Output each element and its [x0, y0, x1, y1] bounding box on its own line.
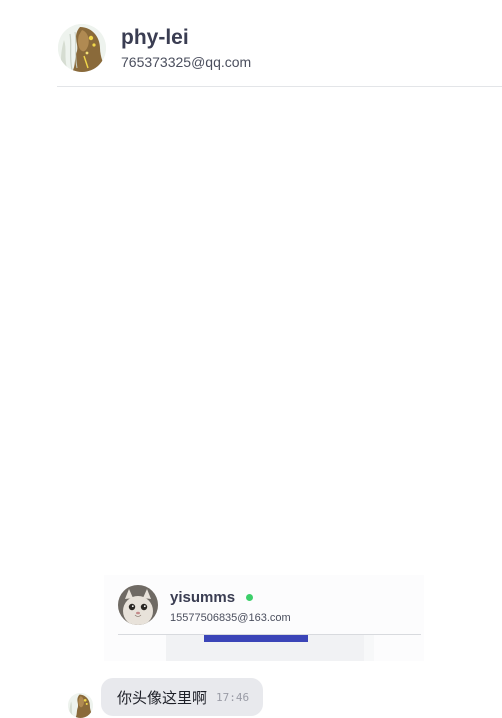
cat-avatar-icon [118, 585, 158, 625]
chat-header: phy-lei 765373325@qq.com [57, 0, 502, 87]
message-list[interactable]: yisumms 15577506835@163.com 你头像这里啊 17:46 [0, 87, 502, 718]
user-avatar-illustration-icon [68, 693, 93, 718]
user-avatar-illustration-icon [58, 24, 106, 72]
shared-user-avatar [118, 585, 158, 625]
message-timestamp: 17:46 [216, 690, 250, 704]
card-accent-bar [204, 635, 308, 642]
shared-user-name: yisumms [170, 589, 236, 606]
contact-name: phy-lei [121, 26, 189, 49]
text-message-bubble[interactable]: 你头像这里啊 17:46 [101, 678, 264, 716]
card-side-panel [364, 635, 374, 661]
contact-email: 765373325@qq.com [121, 54, 252, 70]
card-content-area [166, 635, 374, 661]
contact-avatar[interactable] [58, 24, 106, 72]
shared-user-email: 15577506835@163.com [170, 612, 291, 624]
image-message[interactable]: yisumms 15577506835@163.com [104, 575, 424, 661]
chat-window: phy-lei 765373325@qq.com yisumms 1557750… [0, 0, 502, 718]
message-text: 你头像这里啊 [117, 688, 208, 707]
online-status-dot [246, 594, 253, 601]
message-sender-avatar[interactable] [68, 693, 93, 718]
